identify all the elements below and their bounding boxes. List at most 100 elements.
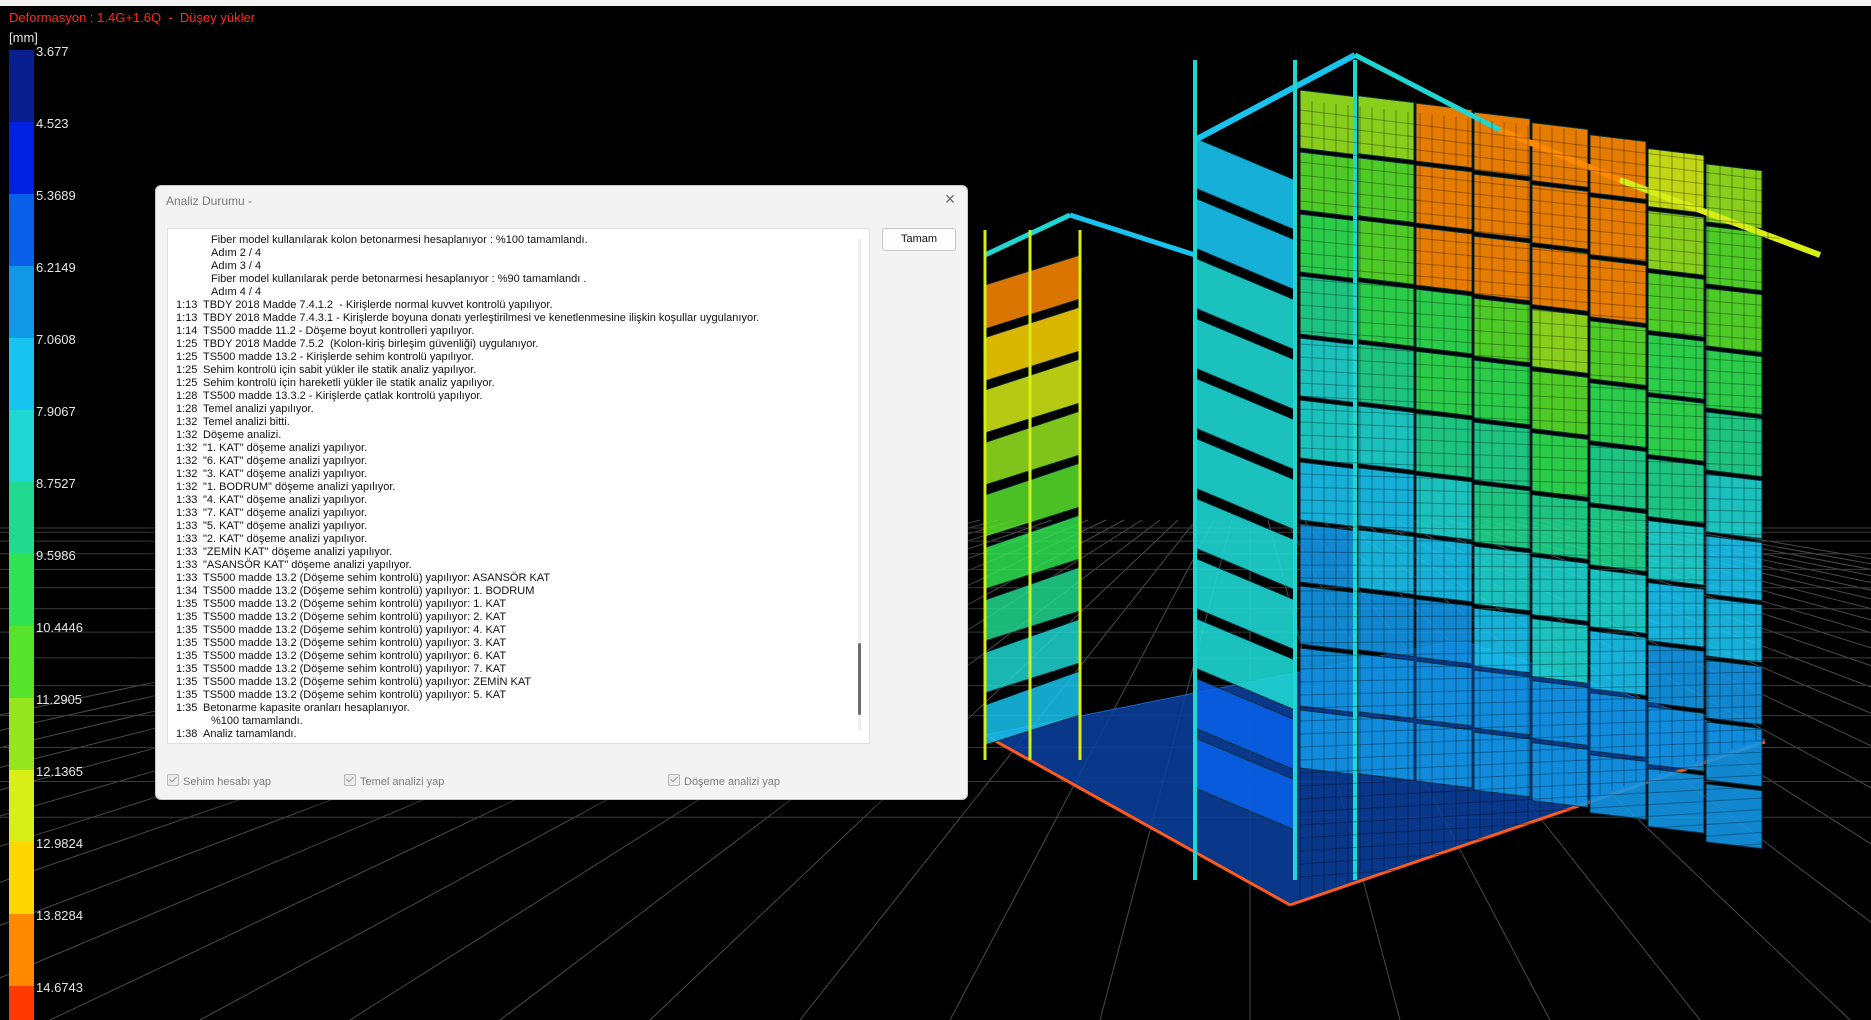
log-message: TS500 madde 13.2 (Döşeme sehim kontrolü)…	[203, 689, 507, 701]
log-line: 1:33 "7. KAT" döşeme analizi yapılıyor.	[176, 507, 856, 520]
log-scrollbar[interactable]	[858, 239, 861, 731]
log-message: TS500 madde 13.2 - Kirişlerde sehim kont…	[203, 351, 474, 363]
log-line: 1:25 Sehim kontrolü için sabit yükler ile…	[176, 364, 856, 377]
close-icon[interactable]: ×	[939, 188, 961, 210]
legend-swatch	[9, 626, 34, 698]
log-line: Fiber model kullanılarak kolon betonarme…	[176, 234, 856, 247]
log-message: TS500 madde 13.2 (Döşeme sehim kontrolü)…	[203, 624, 507, 636]
log-line: 1:32 Döşeme analizi.	[176, 429, 856, 442]
log-line: 1:38 Analiz tamamlandı.	[176, 728, 856, 741]
legend-value: 7.0608	[36, 332, 76, 347]
log-line: 1:35 TS500 madde 13.2 (Döşeme sehim kontr…	[176, 637, 856, 650]
checkbox-icon[interactable]	[167, 774, 179, 786]
log-timestamp: 1:35	[176, 650, 198, 662]
log-line: 1:32 "6. KAT" döşeme analizi yapılıyor.	[176, 455, 856, 468]
legend-swatch	[9, 122, 34, 194]
log-timestamp: 1:35	[176, 676, 198, 688]
log-timestamp: 1:14	[176, 325, 198, 337]
log-timestamp: 1:25	[176, 351, 198, 363]
log-timestamp: 1:25	[176, 338, 198, 350]
log-line: 1:34 TS500 madde 13.2 (Döşeme sehim kontr…	[176, 585, 856, 598]
log-message: TS500 madde 13.3.2 - Kirişlerde çatlak k…	[203, 390, 483, 402]
legend-value: 8.7527	[36, 476, 76, 491]
log-line: Adım 4 / 4	[176, 286, 856, 299]
log-message: "2. KAT" döşeme analizi yapılıyor.	[203, 533, 368, 545]
log-message: "7. KAT" döşeme analizi yapılıyor.	[203, 507, 368, 519]
log-line: Adım 2 / 4	[176, 247, 856, 260]
log-timestamp: 1:33	[176, 507, 198, 519]
analysis-status-dialog: Analiz Durumu - × Fiber model kullanılar…	[155, 185, 968, 800]
log-message: TS500 madde 13.2 (Döşeme sehim kontrolü)…	[203, 637, 507, 649]
log-line: 1:14 TS500 madde 11.2 - Döşeme boyut kont…	[176, 325, 856, 338]
log-line: 1:13 TBDY 2018 Madde 7.4.3.1 - Kirişlerde…	[176, 312, 856, 325]
legend-swatch	[9, 770, 34, 842]
checkbox-icon[interactable]	[344, 774, 356, 786]
log-line: 1:28 TS500 madde 13.3.2 - Kirişlerde çatl…	[176, 390, 856, 403]
log-timestamp: 1:33	[176, 520, 198, 532]
log-message: Sehim kontrolü için sabit yükler ile sta…	[203, 364, 477, 376]
log-message: "1. KAT" döşeme analizi yapılıyor.	[203, 442, 368, 454]
log-message: Döşeme analizi.	[203, 429, 282, 441]
analysis-log[interactable]: Fiber model kullanılarak kolon betonarme…	[167, 228, 870, 744]
legend-swatch	[9, 986, 34, 1020]
log-message: "1. BODRUM" döşeme analizi yapılıyor.	[203, 481, 396, 493]
log-line: 1:32 "3. KAT" döşeme analizi yapılıyor.	[176, 468, 856, 481]
log-line: 1:25 TS500 madde 13.2 - Kirişlerde sehim …	[176, 351, 856, 364]
log-message: "3. KAT" döşeme analizi yapılıyor.	[203, 468, 368, 480]
legend-value: 12.9824	[36, 836, 83, 851]
log-timestamp: 1:32	[176, 468, 198, 480]
legend-swatch	[9, 842, 34, 914]
deflection-calc-checkbox[interactable]: Sehim hesabı yap	[167, 774, 271, 788]
log-line: 1:35 TS500 madde 13.2 (Döşeme sehim kontr…	[176, 676, 856, 689]
ok-button[interactable]: Tamam	[882, 228, 956, 251]
legend-value: 14.6743	[36, 980, 83, 995]
log-timestamp: 1:35	[176, 624, 198, 636]
legend-value: 4.523	[36, 116, 69, 131]
log-line: 1:25 Sehim kontrolü için hareketli yükler…	[176, 377, 856, 390]
checkbox-icon[interactable]	[668, 774, 680, 786]
legend-value: 11.2905	[36, 692, 83, 707]
checkbox-label: Döşeme analizi yap	[684, 776, 780, 788]
legend-unit: [mm]	[9, 30, 38, 45]
log-message: Adım 4 / 4	[211, 286, 262, 298]
log-message: TS500 madde 13.2 (Döşeme sehim kontrolü)…	[203, 585, 535, 597]
log-timestamp: 1:28	[176, 390, 198, 402]
log-line: 1:35 Betonarme kapasite oranları hesaplan…	[176, 702, 856, 715]
log-timestamp: 1:35	[176, 598, 198, 610]
legend-swatch	[9, 194, 34, 266]
log-timestamp: 1:35	[176, 611, 198, 623]
foundation-analysis-checkbox[interactable]: Temel analizi yap	[344, 774, 444, 788]
log-line: 1:13 TBDY 2018 Madde 7.4.1.2 - Kirişlerde…	[176, 299, 856, 312]
building-model	[983, 52, 1822, 907]
legend-swatch	[9, 50, 34, 122]
log-message: Temel analizi yapılıyor.	[203, 403, 314, 415]
log-message: Sehim kontrolü için hareketli yükler ile…	[203, 377, 495, 389]
log-message: Fiber model kullanılarak perde betonarme…	[211, 273, 587, 285]
legend-swatch	[9, 482, 34, 554]
legend-swatch	[9, 914, 34, 986]
log-line: %100 tamamlandı.	[176, 715, 856, 728]
log-timestamp: 1:32	[176, 416, 198, 428]
log-timestamp: 1:33	[176, 546, 198, 558]
legend-swatch	[9, 698, 34, 770]
slab-analysis-checkbox[interactable]: Döşeme analizi yap	[668, 774, 780, 788]
log-line: 1:25 TBDY 2018 Madde 7.5.2 (Kolon-kiriş b…	[176, 338, 856, 351]
legend-value: 9.5986	[36, 548, 76, 563]
log-message: TBDY 2018 Madde 7.5.2 (Kolon-kiriş birle…	[203, 338, 539, 350]
log-message: Analiz tamamlandı.	[203, 728, 297, 740]
log-message: "ZEMİN KAT" döşeme analizi yapılıyor.	[203, 546, 393, 558]
log-timestamp: 1:38	[176, 728, 198, 740]
legend-value: 7.9067	[36, 404, 76, 419]
log-line: 1:35 TS500 madde 13.2 (Döşeme sehim kontr…	[176, 650, 856, 663]
log-timestamp: 1:32	[176, 455, 198, 467]
log-line: 1:33 "ASANSÖR KAT" döşeme analizi yapılıy…	[176, 559, 856, 572]
log-line: 1:35 TS500 madde 13.2 (Döşeme sehim kontr…	[176, 689, 856, 702]
scrollbar-thumb[interactable]	[858, 643, 861, 715]
log-timestamp: 1:25	[176, 364, 198, 376]
log-message: TBDY 2018 Madde 7.4.1.2 - Kirişlerde nor…	[203, 299, 553, 311]
log-message: TS500 madde 13.2 (Döşeme sehim kontrolü)…	[203, 572, 551, 584]
log-message: Betonarme kapasite oranları hesaplanıyor…	[203, 702, 410, 714]
log-timestamp: 1:33	[176, 494, 198, 506]
log-timestamp: 1:13	[176, 299, 198, 311]
log-line: 1:33 TS500 madde 13.2 (Döşeme sehim kontr…	[176, 572, 856, 585]
